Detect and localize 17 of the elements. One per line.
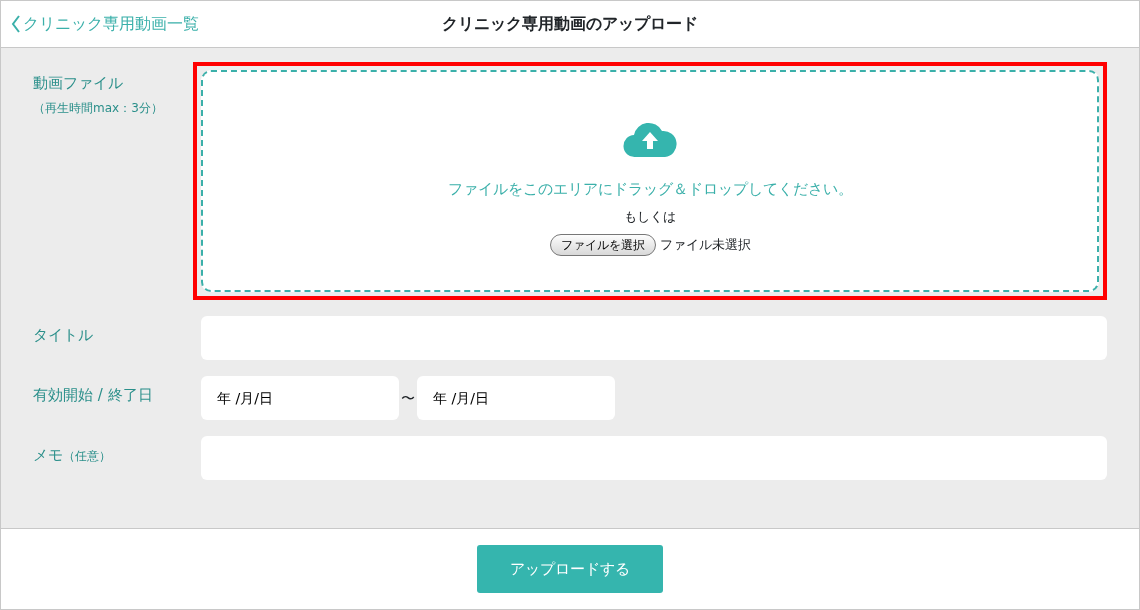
page-title: クリニック専用動画のアップロード	[442, 13, 698, 35]
drop-zone[interactable]: ファイルをこのエリアにドラッグ＆ドロップしてください。 もしくは ファイルを選択 ファイル未選択	[201, 70, 1099, 292]
chevron-left-icon	[11, 15, 21, 33]
file-status: ファイル未選択	[659, 236, 751, 255]
start-date-field[interactable]: 年 /月/日	[201, 376, 399, 420]
field-note: （再生時間max：3分）	[33, 99, 164, 117]
field-note: （任意）	[63, 449, 111, 463]
cloud-upload-icon	[623, 120, 677, 158]
field-label: タイトル	[33, 326, 93, 344]
field-label: 有効開始 / 終了日	[33, 386, 153, 404]
end-date-field[interactable]: 年 /月/日	[417, 376, 615, 420]
drop-instruction: ファイルをこのエリアにドラッグ＆ドロップしてください。	[447, 179, 853, 200]
choose-file-button[interactable]: ファイルを選択	[549, 234, 656, 256]
field-label: メモ	[33, 446, 63, 464]
field-label: 動画ファイル	[33, 74, 123, 92]
or-text: もしくは	[624, 207, 676, 226]
range-separator: 〜	[400, 388, 416, 408]
